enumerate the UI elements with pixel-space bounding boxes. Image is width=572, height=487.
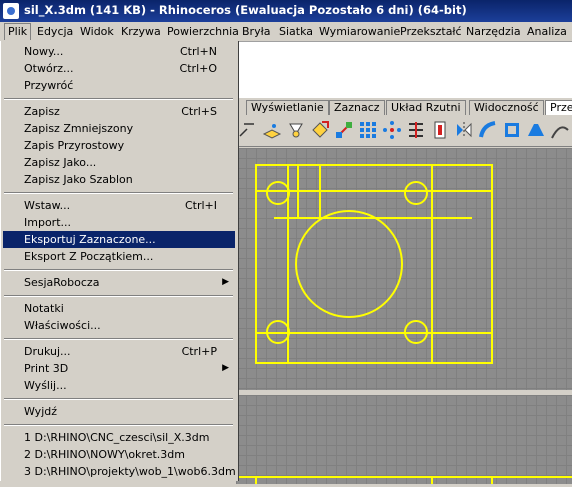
menu-item-revert[interactable]: Przywróć xyxy=(3,77,235,94)
menu-item-save[interactable]: Zapisz Ctrl+S xyxy=(3,103,235,120)
orient-icon[interactable] xyxy=(430,120,450,140)
rhino-app-icon xyxy=(3,3,19,19)
menu-powierzchnia[interactable]: Powierzchnia xyxy=(167,25,239,38)
viewport-bottom[interactable] xyxy=(236,392,572,484)
drawing-geometry xyxy=(255,164,493,364)
menu-item-save-incremental[interactable]: Zapis Przyrostowy xyxy=(3,137,235,154)
submenu-arrow-icon: ▶ xyxy=(222,363,229,373)
bend-icon[interactable] xyxy=(478,120,498,140)
menu-separator xyxy=(4,338,233,340)
menu-krzywa[interactable]: Krzywa xyxy=(121,25,161,38)
flow-icon[interactable] xyxy=(550,120,570,140)
menu-item-save-as[interactable]: Zapisz Jako... xyxy=(3,154,235,171)
viewport-top[interactable] xyxy=(236,148,572,390)
menu-widok[interactable]: Widok xyxy=(80,25,114,38)
title-bar: sil_X.3dm (141 KB) - Rhinoceros (Ewaluac… xyxy=(0,0,572,22)
menu-item-send[interactable]: Wyślij... xyxy=(3,377,235,394)
menu-separator xyxy=(4,192,233,194)
menu-item-save-template[interactable]: Zapisz Jako Szablon xyxy=(3,171,235,188)
drawing-geometry-lower xyxy=(236,476,572,484)
window-title: sil_X.3dm (141 KB) - Rhinoceros (Ewaluac… xyxy=(24,3,467,17)
menu-item-new[interactable]: Nowy... Ctrl+N xyxy=(3,43,235,60)
toolbar-tabs: Wyświetlanie Zaznacz Układ Rzutni Widocz… xyxy=(236,98,572,116)
menu-item-recent-1[interactable]: 1 D:\RHINO\CNC_czesci\sil_X.3dm xyxy=(3,429,235,446)
menu-separator xyxy=(4,98,233,100)
menu-item-recent-3[interactable]: 3 D:\RHINO\projekty\wob_1\wob6.3dm xyxy=(3,463,236,480)
menu-przeksztalc[interactable]: Przekształć xyxy=(400,25,462,38)
menu-bryla[interactable]: Bryła xyxy=(242,25,270,38)
menu-item-exit[interactable]: Wyjdź xyxy=(3,403,235,420)
menu-narzedzia[interactable]: Narzędzia xyxy=(466,25,521,38)
toolbar-icons xyxy=(236,116,572,147)
menu-item-print3d[interactable]: Print 3D ▶ xyxy=(3,360,235,377)
menu-item-notes[interactable]: Notatki xyxy=(3,300,235,317)
menu-item-save-small[interactable]: Zapisz Zmniejszony xyxy=(3,120,235,137)
tab-przeksztalc[interactable]: Prze xyxy=(545,100,572,115)
move-icon[interactable] xyxy=(238,120,258,140)
menu-plik[interactable]: Plik xyxy=(4,23,32,40)
menu-item-properties[interactable]: Właściwości... xyxy=(3,317,235,334)
menu-item-print[interactable]: Drukuj... Ctrl+P xyxy=(3,343,235,360)
menu-item-worksession[interactable]: SesjaRobocza ▶ xyxy=(3,274,235,291)
twist-icon[interactable] xyxy=(502,120,522,140)
align-icon[interactable] xyxy=(406,120,426,140)
tab-uklad-rzutni[interactable]: Układ Rzutni xyxy=(386,100,466,115)
array-icon[interactable] xyxy=(358,120,378,140)
menu-item-insert[interactable]: Wstaw... Ctrl+I xyxy=(3,197,235,214)
command-area[interactable] xyxy=(236,42,572,99)
scale-icon[interactable] xyxy=(310,120,330,140)
submenu-arrow-icon: ▶ xyxy=(222,277,229,287)
tab-widocznosc[interactable]: Widoczność xyxy=(469,100,544,115)
menu-separator xyxy=(4,398,233,400)
mirror-icon[interactable] xyxy=(454,120,474,140)
menu-item-export-selected[interactable]: Eksportuj Zaznaczone... xyxy=(3,231,235,248)
menu-item-open[interactable]: Otwórz... Ctrl+O xyxy=(3,60,235,77)
menu-bar: Plik Edycja Widok Krzywa Powierzchnia Br… xyxy=(0,22,572,42)
menu-analiza[interactable]: Analiza xyxy=(527,25,567,38)
scale-1d-icon[interactable] xyxy=(334,120,354,140)
menu-item-recent-2[interactable]: 2 D:\RHINO\NOWY\okret.3dm xyxy=(3,446,235,463)
menu-separator xyxy=(4,269,233,271)
menu-wymiarowanie[interactable]: Wymiarowanie xyxy=(319,25,400,38)
menu-siatka[interactable]: Siatka xyxy=(279,25,313,38)
menu-item-import[interactable]: Import... xyxy=(3,214,235,231)
tab-zaznacz[interactable]: Zaznacz xyxy=(329,100,385,115)
copy-icon[interactable] xyxy=(262,120,282,140)
rotate-icon[interactable] xyxy=(286,120,306,140)
menu-edycja[interactable]: Edycja xyxy=(37,25,73,38)
file-menu-dropdown: Nowy... Ctrl+N Otwórz... Ctrl+O Przywróć Z… xyxy=(0,41,239,481)
polar-array-icon[interactable] xyxy=(382,120,402,140)
menu-item-export-origin[interactable]: Eksport Z Początkiem... xyxy=(3,248,235,265)
menu-separator xyxy=(4,424,233,426)
taper-icon[interactable] xyxy=(526,120,546,140)
menu-separator xyxy=(4,295,233,297)
tab-wyswietlanie[interactable]: Wyświetlanie xyxy=(246,100,329,115)
